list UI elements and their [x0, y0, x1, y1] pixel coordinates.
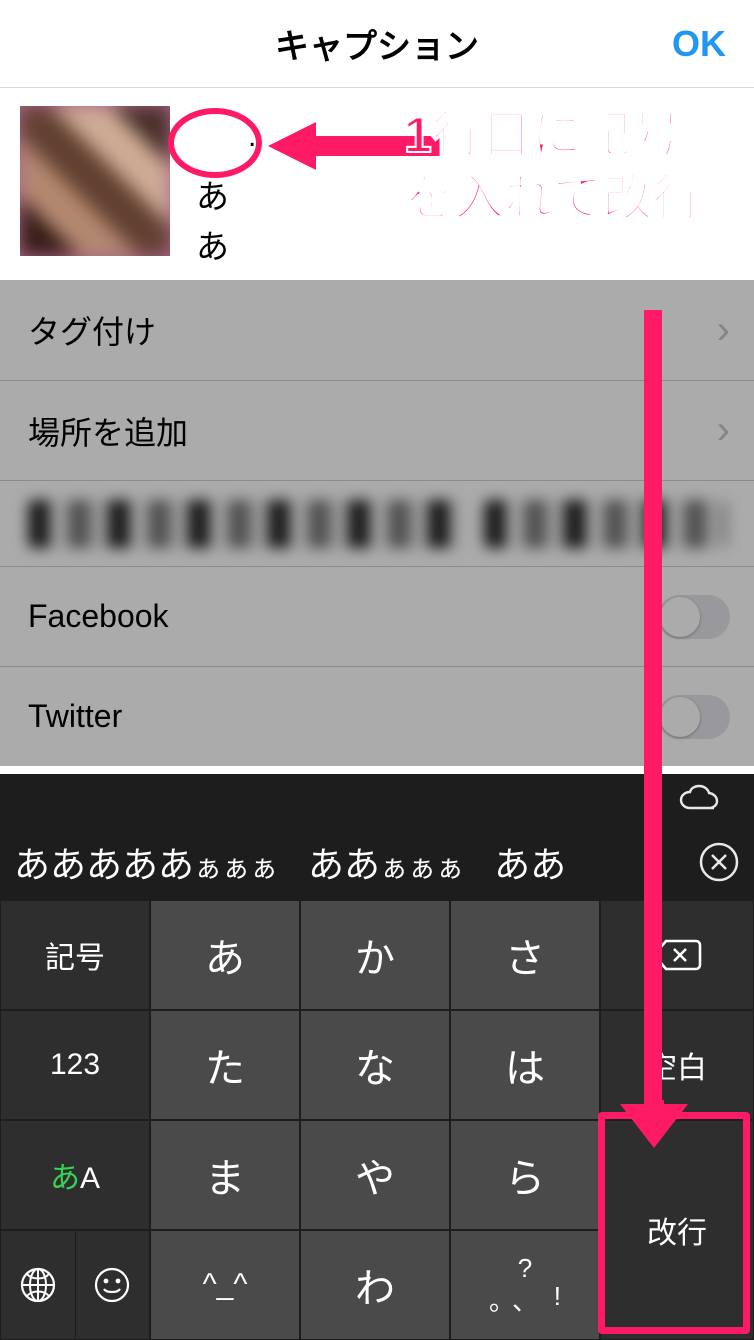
- key-ka[interactable]: か: [300, 900, 450, 1010]
- keyboard-top-bar: [0, 774, 754, 824]
- row-label: 場所を追加: [28, 408, 188, 454]
- close-candidates-icon[interactable]: [698, 841, 740, 883]
- annotation-circle: [168, 108, 262, 178]
- photo-thumbnail[interactable]: [20, 106, 170, 256]
- key-ra[interactable]: ら: [450, 1120, 600, 1230]
- key-punct[interactable]: ? 。 、 !: [450, 1230, 600, 1340]
- globe-icon[interactable]: [1, 1231, 76, 1339]
- annotation-highlight-box: [598, 1112, 750, 1334]
- candidate[interactable]: ああ: [494, 836, 566, 888]
- key-ta[interactable]: た: [150, 1010, 300, 1120]
- row-label: Twitter: [28, 698, 122, 735]
- location-chip[interactable]: [484, 500, 726, 548]
- row-label: Facebook: [28, 598, 169, 635]
- page-title: キャプション: [275, 19, 479, 68]
- key-delete[interactable]: [600, 900, 754, 1010]
- chevron-right-icon: ›: [717, 408, 730, 453]
- location-chip[interactable]: [28, 500, 464, 548]
- key-globe-emoji[interactable]: [0, 1230, 150, 1340]
- key-ya[interactable]: や: [300, 1120, 450, 1230]
- emoji-icon[interactable]: [76, 1231, 150, 1339]
- annotation-line-down: [644, 310, 662, 1114]
- toggle-switch[interactable]: [658, 595, 730, 639]
- key-ha[interactable]: は: [450, 1010, 600, 1120]
- key-wa[interactable]: わ: [300, 1230, 450, 1340]
- candidate-bar: あああああぁぁぁ ああぁぁぁ ああ: [0, 824, 754, 900]
- add-location-row[interactable]: 場所を追加 ›: [0, 380, 754, 480]
- tag-people-row[interactable]: タグ付け ›: [0, 280, 754, 380]
- chevron-right-icon: ›: [717, 308, 730, 353]
- share-facebook-row[interactable]: Facebook: [0, 566, 754, 666]
- key-na[interactable]: な: [300, 1010, 450, 1120]
- key-123[interactable]: 123: [0, 1010, 150, 1120]
- cloud-icon[interactable]: [678, 784, 724, 814]
- toggle-switch[interactable]: [658, 695, 730, 739]
- key-symbols[interactable]: 記号: [0, 900, 150, 1010]
- key-a[interactable]: あ: [150, 900, 300, 1010]
- header: キャプション OK: [0, 0, 754, 88]
- annotation-text: 1行目に記号を入れて改行: [404, 104, 724, 230]
- ok-button[interactable]: OK: [672, 0, 726, 88]
- key-sa[interactable]: さ: [450, 900, 600, 1010]
- candidate[interactable]: あああああぁぁぁ: [14, 836, 278, 888]
- key-kana-mode[interactable]: あA: [0, 1120, 150, 1230]
- key-ma[interactable]: ま: [150, 1120, 300, 1230]
- row-label: タグ付け: [28, 307, 156, 353]
- location-suggestions: [0, 480, 754, 566]
- candidate[interactable]: ああぁぁぁ: [308, 836, 464, 888]
- key-kaomoji[interactable]: ^_^: [150, 1230, 300, 1340]
- share-twitter-row[interactable]: Twitter: [0, 666, 754, 766]
- options-panel: タグ付け › 場所を追加 › Facebook Twitter: [0, 280, 754, 766]
